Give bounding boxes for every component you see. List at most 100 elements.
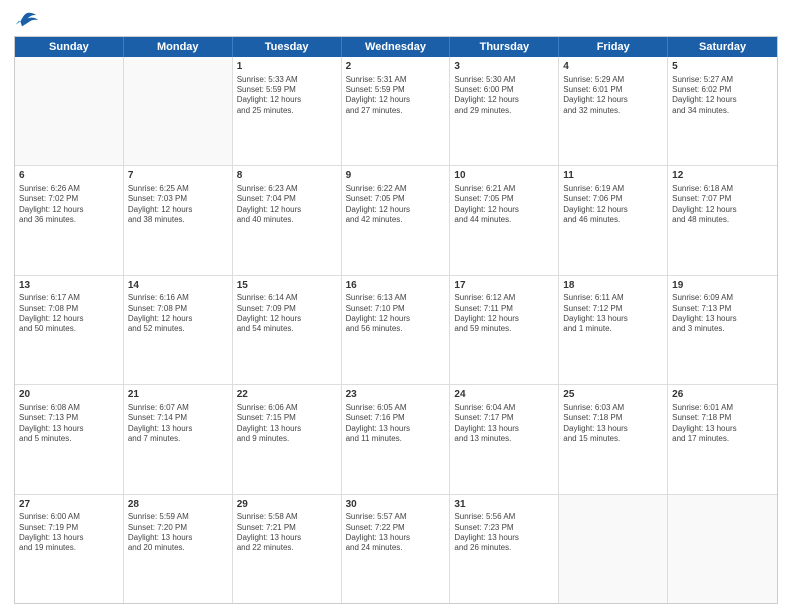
calendar-cell: 25Sunrise: 6:03 AM Sunset: 7:18 PM Dayli… xyxy=(559,385,668,493)
calendar-cell: 6Sunrise: 6:26 AM Sunset: 7:02 PM Daylig… xyxy=(15,166,124,274)
day-number: 31 xyxy=(454,498,554,512)
day-number: 23 xyxy=(346,388,446,402)
cell-content: Sunrise: 6:26 AM Sunset: 7:02 PM Dayligh… xyxy=(19,184,119,226)
cell-content: Sunrise: 6:07 AM Sunset: 7:14 PM Dayligh… xyxy=(128,403,228,445)
calendar-cell: 13Sunrise: 6:17 AM Sunset: 7:08 PM Dayli… xyxy=(15,276,124,384)
day-number: 20 xyxy=(19,388,119,402)
day-number: 8 xyxy=(237,169,337,183)
day-number: 7 xyxy=(128,169,228,183)
day-number: 27 xyxy=(19,498,119,512)
cell-content: Sunrise: 5:58 AM Sunset: 7:21 PM Dayligh… xyxy=(237,512,337,554)
day-number: 6 xyxy=(19,169,119,183)
day-number: 1 xyxy=(237,60,337,74)
day-number: 5 xyxy=(672,60,773,74)
calendar-cell xyxy=(15,57,124,165)
logo xyxy=(14,10,42,30)
day-number: 16 xyxy=(346,279,446,293)
calendar-cell: 18Sunrise: 6:11 AM Sunset: 7:12 PM Dayli… xyxy=(559,276,668,384)
calendar-header-cell: Friday xyxy=(559,37,668,57)
day-number: 12 xyxy=(672,169,773,183)
cell-content: Sunrise: 5:31 AM Sunset: 5:59 PM Dayligh… xyxy=(346,75,446,117)
day-number: 26 xyxy=(672,388,773,402)
calendar-header: SundayMondayTuesdayWednesdayThursdayFrid… xyxy=(15,37,777,57)
cell-content: Sunrise: 6:08 AM Sunset: 7:13 PM Dayligh… xyxy=(19,403,119,445)
calendar-cell: 10Sunrise: 6:21 AM Sunset: 7:05 PM Dayli… xyxy=(450,166,559,274)
day-number: 11 xyxy=(563,169,663,183)
day-number: 25 xyxy=(563,388,663,402)
cell-content: Sunrise: 6:18 AM Sunset: 7:07 PM Dayligh… xyxy=(672,184,773,226)
calendar-header-cell: Saturday xyxy=(668,37,777,57)
calendar-cell: 19Sunrise: 6:09 AM Sunset: 7:13 PM Dayli… xyxy=(668,276,777,384)
calendar-cell: 7Sunrise: 6:25 AM Sunset: 7:03 PM Daylig… xyxy=(124,166,233,274)
calendar-header-cell: Thursday xyxy=(450,37,559,57)
cell-content: Sunrise: 6:16 AM Sunset: 7:08 PM Dayligh… xyxy=(128,293,228,335)
calendar-cell: 3Sunrise: 5:30 AM Sunset: 6:00 PM Daylig… xyxy=(450,57,559,165)
day-number: 19 xyxy=(672,279,773,293)
calendar-cell: 8Sunrise: 6:23 AM Sunset: 7:04 PM Daylig… xyxy=(233,166,342,274)
cell-content: Sunrise: 6:19 AM Sunset: 7:06 PM Dayligh… xyxy=(563,184,663,226)
cell-content: Sunrise: 6:17 AM Sunset: 7:08 PM Dayligh… xyxy=(19,293,119,335)
cell-content: Sunrise: 5:30 AM Sunset: 6:00 PM Dayligh… xyxy=(454,75,554,117)
day-number: 21 xyxy=(128,388,228,402)
cell-content: Sunrise: 6:21 AM Sunset: 7:05 PM Dayligh… xyxy=(454,184,554,226)
day-number: 22 xyxy=(237,388,337,402)
cell-content: Sunrise: 6:25 AM Sunset: 7:03 PM Dayligh… xyxy=(128,184,228,226)
calendar-cell: 17Sunrise: 6:12 AM Sunset: 7:11 PM Dayli… xyxy=(450,276,559,384)
cell-content: Sunrise: 6:05 AM Sunset: 7:16 PM Dayligh… xyxy=(346,403,446,445)
day-number: 10 xyxy=(454,169,554,183)
cell-content: Sunrise: 6:03 AM Sunset: 7:18 PM Dayligh… xyxy=(563,403,663,445)
cell-content: Sunrise: 6:09 AM Sunset: 7:13 PM Dayligh… xyxy=(672,293,773,335)
calendar-week-row: 1Sunrise: 5:33 AM Sunset: 5:59 PM Daylig… xyxy=(15,57,777,166)
cell-content: Sunrise: 6:13 AM Sunset: 7:10 PM Dayligh… xyxy=(346,293,446,335)
page: SundayMondayTuesdayWednesdayThursdayFrid… xyxy=(0,0,792,612)
day-number: 28 xyxy=(128,498,228,512)
cell-content: Sunrise: 6:11 AM Sunset: 7:12 PM Dayligh… xyxy=(563,293,663,335)
calendar-cell: 31Sunrise: 5:56 AM Sunset: 7:23 PM Dayli… xyxy=(450,495,559,603)
calendar-header-cell: Monday xyxy=(124,37,233,57)
calendar-cell: 1Sunrise: 5:33 AM Sunset: 5:59 PM Daylig… xyxy=(233,57,342,165)
calendar-cell: 28Sunrise: 5:59 AM Sunset: 7:20 PM Dayli… xyxy=(124,495,233,603)
calendar-cell: 9Sunrise: 6:22 AM Sunset: 7:05 PM Daylig… xyxy=(342,166,451,274)
calendar-cell: 20Sunrise: 6:08 AM Sunset: 7:13 PM Dayli… xyxy=(15,385,124,493)
calendar-cell: 24Sunrise: 6:04 AM Sunset: 7:17 PM Dayli… xyxy=(450,385,559,493)
calendar-week-row: 27Sunrise: 6:00 AM Sunset: 7:19 PM Dayli… xyxy=(15,495,777,603)
calendar-week-row: 20Sunrise: 6:08 AM Sunset: 7:13 PM Dayli… xyxy=(15,385,777,494)
calendar-header-cell: Sunday xyxy=(15,37,124,57)
cell-content: Sunrise: 5:59 AM Sunset: 7:20 PM Dayligh… xyxy=(128,512,228,554)
cell-content: Sunrise: 6:01 AM Sunset: 7:18 PM Dayligh… xyxy=(672,403,773,445)
calendar-cell: 5Sunrise: 5:27 AM Sunset: 6:02 PM Daylig… xyxy=(668,57,777,165)
calendar-header-cell: Tuesday xyxy=(233,37,342,57)
cell-content: Sunrise: 5:57 AM Sunset: 7:22 PM Dayligh… xyxy=(346,512,446,554)
calendar-header-cell: Wednesday xyxy=(342,37,451,57)
header xyxy=(14,10,778,30)
day-number: 13 xyxy=(19,279,119,293)
calendar-cell: 14Sunrise: 6:16 AM Sunset: 7:08 PM Dayli… xyxy=(124,276,233,384)
day-number: 3 xyxy=(454,60,554,74)
day-number: 30 xyxy=(346,498,446,512)
cell-content: Sunrise: 5:33 AM Sunset: 5:59 PM Dayligh… xyxy=(237,75,337,117)
calendar-cell: 29Sunrise: 5:58 AM Sunset: 7:21 PM Dayli… xyxy=(233,495,342,603)
calendar-cell: 27Sunrise: 6:00 AM Sunset: 7:19 PM Dayli… xyxy=(15,495,124,603)
calendar-cell xyxy=(668,495,777,603)
day-number: 14 xyxy=(128,279,228,293)
calendar-cell: 15Sunrise: 6:14 AM Sunset: 7:09 PM Dayli… xyxy=(233,276,342,384)
calendar-cell: 21Sunrise: 6:07 AM Sunset: 7:14 PM Dayli… xyxy=(124,385,233,493)
cell-content: Sunrise: 6:04 AM Sunset: 7:17 PM Dayligh… xyxy=(454,403,554,445)
calendar-cell: 22Sunrise: 6:06 AM Sunset: 7:15 PM Dayli… xyxy=(233,385,342,493)
calendar-week-row: 13Sunrise: 6:17 AM Sunset: 7:08 PM Dayli… xyxy=(15,276,777,385)
day-number: 18 xyxy=(563,279,663,293)
calendar-cell: 30Sunrise: 5:57 AM Sunset: 7:22 PM Dayli… xyxy=(342,495,451,603)
calendar-cell: 11Sunrise: 6:19 AM Sunset: 7:06 PM Dayli… xyxy=(559,166,668,274)
calendar-cell: 16Sunrise: 6:13 AM Sunset: 7:10 PM Dayli… xyxy=(342,276,451,384)
cell-content: Sunrise: 5:27 AM Sunset: 6:02 PM Dayligh… xyxy=(672,75,773,117)
day-number: 29 xyxy=(237,498,337,512)
day-number: 24 xyxy=(454,388,554,402)
cell-content: Sunrise: 6:06 AM Sunset: 7:15 PM Dayligh… xyxy=(237,403,337,445)
day-number: 9 xyxy=(346,169,446,183)
calendar-week-row: 6Sunrise: 6:26 AM Sunset: 7:02 PM Daylig… xyxy=(15,166,777,275)
calendar-cell xyxy=(559,495,668,603)
calendar-cell: 2Sunrise: 5:31 AM Sunset: 5:59 PM Daylig… xyxy=(342,57,451,165)
calendar-body: 1Sunrise: 5:33 AM Sunset: 5:59 PM Daylig… xyxy=(15,57,777,603)
cell-content: Sunrise: 6:23 AM Sunset: 7:04 PM Dayligh… xyxy=(237,184,337,226)
cell-content: Sunrise: 6:12 AM Sunset: 7:11 PM Dayligh… xyxy=(454,293,554,335)
